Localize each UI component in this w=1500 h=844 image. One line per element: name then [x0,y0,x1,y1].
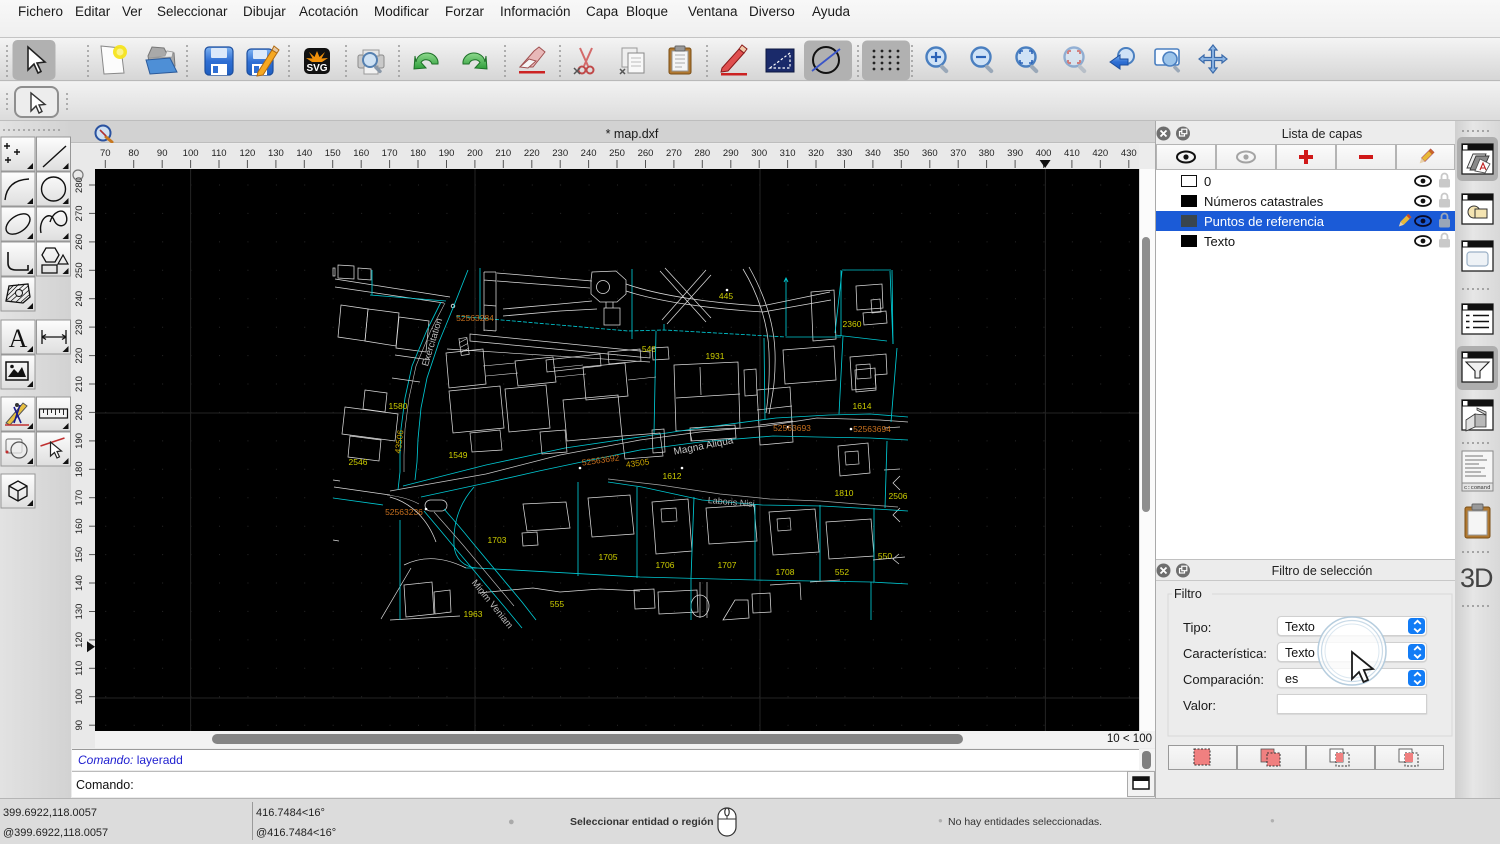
svg-text:250: 250 [74,262,85,278]
svg-text:120: 120 [74,632,85,648]
svg-text:1706: 1706 [656,560,675,570]
svg-text:260: 260 [74,234,85,250]
svg-text:90: 90 [74,720,85,731]
svg-text:270: 270 [666,148,682,159]
svg-text:1612: 1612 [663,471,682,481]
svg-text:170: 170 [74,490,85,506]
svg-text:52563284: 52563284 [456,313,494,323]
svg-text:1810: 1810 [835,488,854,498]
svg-text:240: 240 [581,148,597,159]
svg-text:445: 445 [719,291,733,301]
svg-text:3D: 3D [1460,563,1493,593]
svg-text:1707: 1707 [718,560,737,570]
svg-text:140: 140 [74,575,85,591]
svg-text:230: 230 [552,148,568,159]
svg-text:80: 80 [128,148,139,159]
svg-text:1614: 1614 [853,401,872,411]
svg-text:2506: 2506 [889,491,908,501]
svg-text:Lista de capas: Lista de capas [1282,127,1363,141]
svg-text:120: 120 [239,148,255,159]
svg-text:320: 320 [808,148,824,159]
svg-text:350: 350 [893,148,909,159]
svg-text:1963: 1963 [464,609,483,619]
svg-text:150: 150 [74,547,85,563]
svg-text:90: 90 [157,148,168,159]
svg-text:555: 555 [550,599,564,609]
svg-text:150: 150 [325,148,341,159]
svg-text:200: 200 [74,404,85,420]
svg-text:52563694: 52563694 [853,424,891,434]
svg-text:250: 250 [609,148,625,159]
svg-text:160: 160 [74,518,85,534]
svg-text:160: 160 [353,148,369,159]
svg-text:Filtro: Filtro [1174,587,1202,601]
svg-text:260: 260 [638,148,654,159]
svg-text:190: 190 [439,148,455,159]
svg-text:270: 270 [74,205,85,221]
svg-text:210: 210 [74,376,85,392]
svg-text:280: 280 [694,148,710,159]
svg-text:360: 360 [922,148,938,159]
svg-text:1705: 1705 [599,552,618,562]
svg-text:300: 300 [751,148,767,159]
svg-text:290: 290 [723,148,739,159]
svg-text:1703: 1703 [488,535,507,545]
svg-text:180: 180 [410,148,426,159]
svg-text:c:comand: c:comand [1464,484,1490,491]
svg-text:SVG: SVG [306,63,327,74]
svg-text:52563693: 52563693 [773,423,811,433]
svg-text:110: 110 [211,148,226,159]
svg-text:170: 170 [382,148,398,159]
svg-text:1708: 1708 [776,567,795,577]
svg-text:420: 420 [1092,148,1108,159]
svg-text:552: 552 [835,567,849,577]
svg-text:190: 190 [74,433,85,449]
svg-text:330: 330 [837,148,853,159]
svg-text:2360: 2360 [843,319,862,329]
svg-text:Filtro de selección: Filtro de selección [1272,564,1373,578]
svg-text:100: 100 [183,148,199,159]
svg-text:380: 380 [979,148,995,159]
svg-text:2546: 2546 [349,457,368,467]
svg-text:548: 548 [642,344,656,354]
svg-text:220: 220 [74,348,85,364]
svg-text:70: 70 [100,148,111,159]
svg-text:200: 200 [467,148,483,159]
svg-text:140: 140 [296,148,312,159]
svg-text:100: 100 [74,689,85,705]
svg-text:130: 130 [268,148,284,159]
svg-text:110: 110 [74,661,85,676]
svg-text:130: 130 [74,604,85,620]
svg-text:A: A [9,324,28,353]
svg-text:1549: 1549 [449,450,468,460]
svg-text:310: 310 [780,148,796,159]
svg-text:230: 230 [74,319,85,335]
svg-text:410: 410 [1064,148,1080,159]
svg-text:210: 210 [495,148,511,159]
svg-text:400: 400 [1036,148,1052,159]
svg-text:* map.dxf: * map.dxf [606,127,659,141]
svg-text:220: 220 [524,148,540,159]
svg-text:340: 340 [865,148,881,159]
svg-text:180: 180 [74,461,85,477]
svg-text:1580: 1580 [389,401,408,411]
svg-text:52563236: 52563236 [385,507,423,517]
svg-text:430: 430 [1121,148,1137,159]
svg-text:240: 240 [74,291,85,307]
svg-text:1931: 1931 [706,351,725,361]
svg-text:390: 390 [1007,148,1023,159]
svg-text:370: 370 [950,148,966,159]
